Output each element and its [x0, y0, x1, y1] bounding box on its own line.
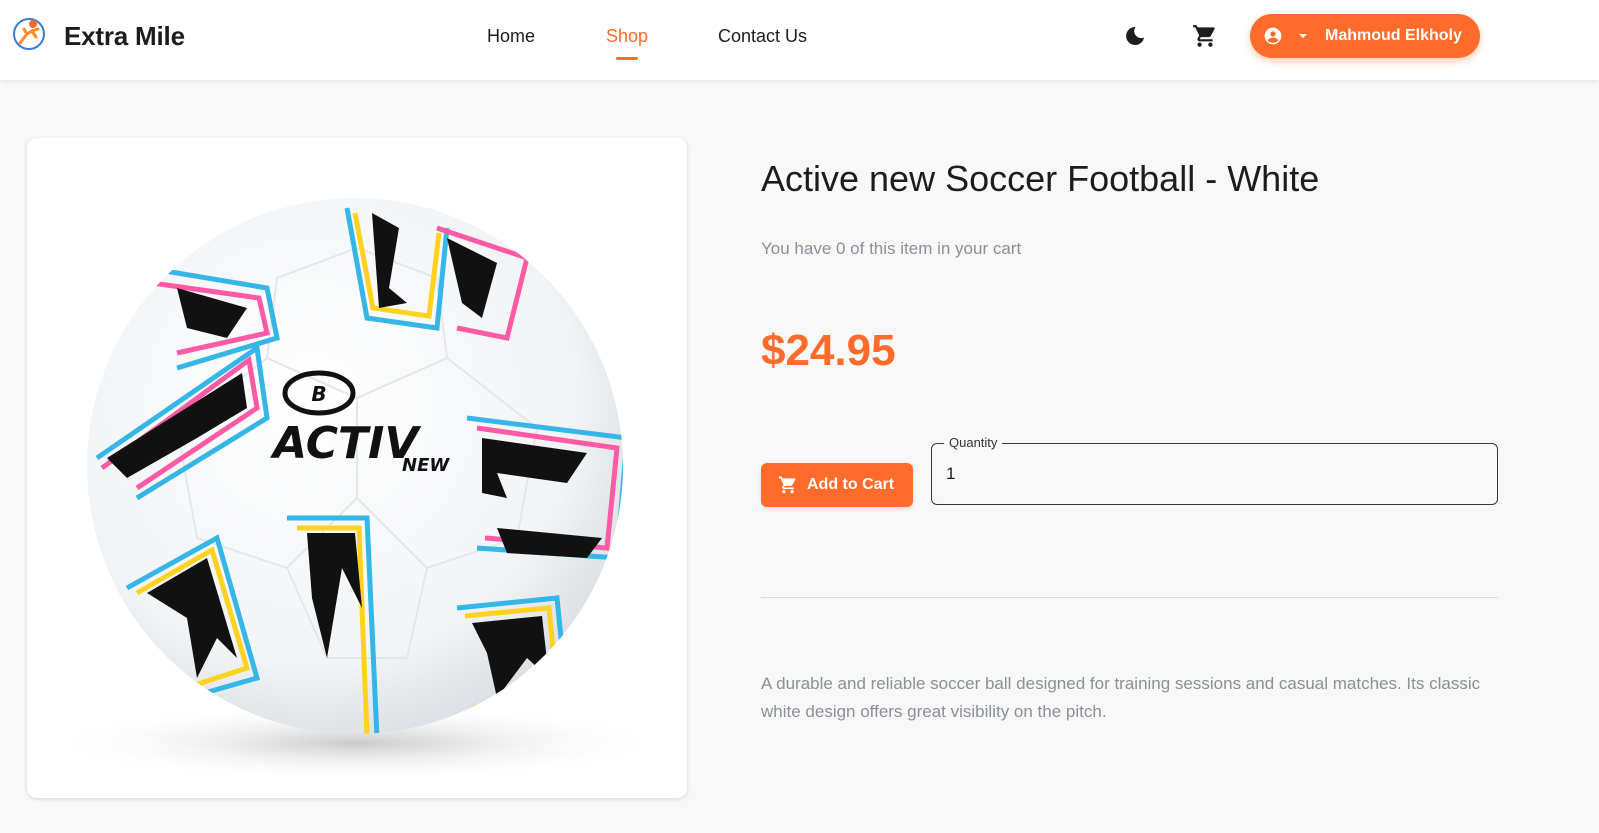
user-name: Mahmoud Elkholy — [1325, 27, 1462, 44]
cart-icon — [1193, 25, 1215, 47]
cart-quantity-note: You have 0 of this item in your cart — [761, 239, 1022, 258]
brand-name[interactable]: Extra Mile — [64, 21, 185, 52]
quantity-input[interactable] — [946, 462, 1466, 486]
product-image-card: B ACTIV NEW — [27, 138, 687, 798]
add-to-cart-label: Add to Cart — [807, 476, 895, 493]
user-menu-button[interactable]: Mahmoud Elkholy — [1250, 14, 1480, 58]
account-circle-icon — [1264, 27, 1282, 45]
svg-text:B: B — [311, 382, 326, 406]
quantity-field: Quantity — [931, 435, 1498, 505]
soccer-ball-image: B ACTIV NEW — [47, 198, 667, 781]
nav-home[interactable]: Home — [487, 26, 535, 47]
add-to-cart-button[interactable]: Add to Cart — [761, 463, 913, 507]
theme-toggle-button[interactable] — [1119, 20, 1151, 52]
cart-button[interactable] — [1189, 20, 1221, 52]
nav-contact-us[interactable]: Contact Us — [718, 26, 807, 47]
cart-icon — [778, 476, 796, 494]
product-price: $24.95 — [761, 326, 896, 375]
moon-icon — [1126, 26, 1144, 45]
quantity-label: Quantity — [944, 435, 1003, 450]
top-navbar: Extra Mile Home Shop Contact Us Mahmoud … — [0, 0, 1599, 80]
logo-icon[interactable] — [12, 17, 46, 51]
product-title: Active new Soccer Football - White — [761, 158, 1320, 199]
active-nav-indicator — [616, 57, 638, 60]
nav-shop[interactable]: Shop — [606, 26, 648, 47]
section-divider — [761, 597, 1498, 598]
caret-down-icon — [1299, 34, 1307, 38]
ball-subbrand-text: NEW — [402, 455, 450, 476]
ball-brand-text: ACTIV — [270, 418, 421, 469]
product-description: A durable and reliable soccer ball desig… — [761, 674, 1481, 721]
